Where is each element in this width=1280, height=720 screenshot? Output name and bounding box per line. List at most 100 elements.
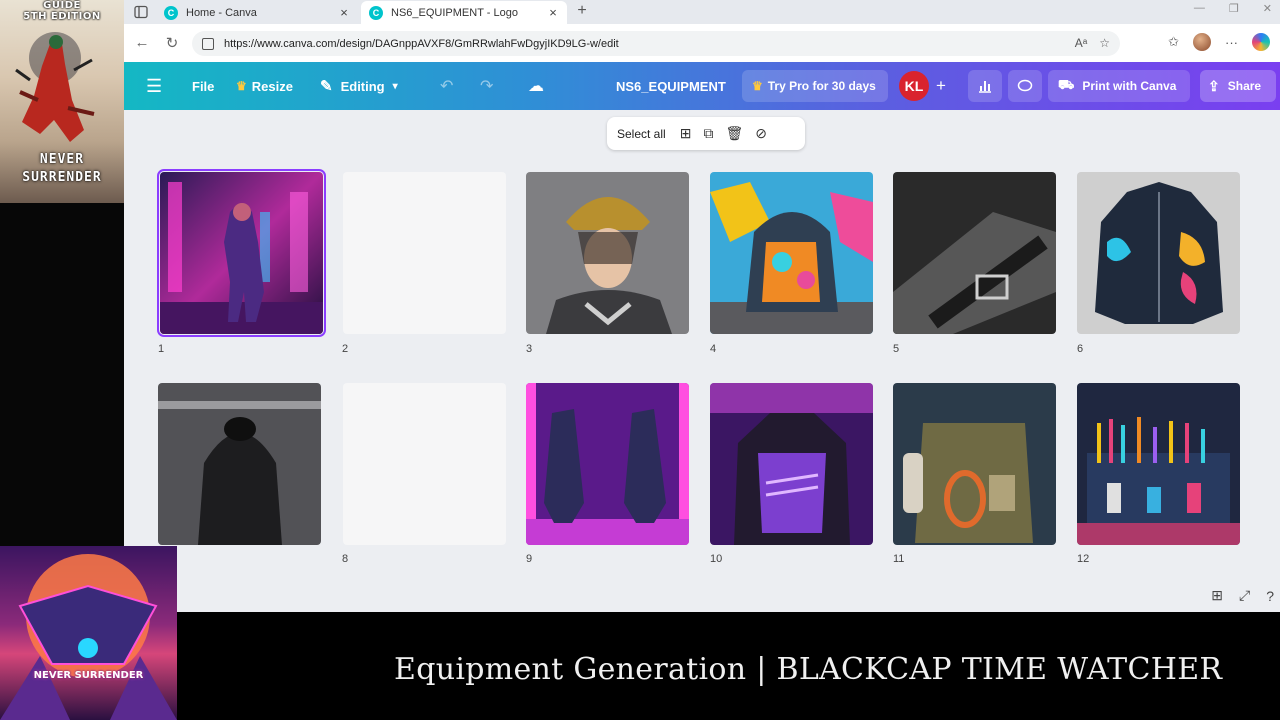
editing-label: Editing [340, 78, 385, 94]
page-thumbnail-3[interactable] [526, 172, 689, 334]
add-page-icon[interactable]: ⊞ [680, 125, 692, 142]
site-info-icon[interactable] [202, 37, 214, 50]
page-number: 6 [1077, 343, 1084, 355]
truck-icon: ⛟ [1058, 77, 1075, 92]
view-controls: ⊞ ⤢ ? [1211, 587, 1274, 604]
poster-guide-text: GUIDE 5TH EDITION [23, 0, 101, 22]
tab-home-canva[interactable]: C Home - Canva × [156, 1, 358, 24]
page-number: 9 [526, 553, 533, 565]
graffiti-jacket-image [710, 172, 873, 334]
page-thumbnail-4[interactable] [710, 172, 873, 334]
menu-hamburger-icon[interactable]: ☰ [146, 62, 162, 110]
page-number: 4 [710, 343, 717, 355]
grid-view-icon[interactable]: ⊞ [1211, 587, 1223, 604]
page-grid-view: Select all ⊞ ⧉ 🗑 ⊘ 1 2 3 4 5 6 8 9 10 11… [124, 110, 1280, 612]
page-thumbnail-7[interactable] [158, 383, 321, 545]
try-pro-label: Try Pro for 30 days [767, 79, 876, 93]
canva-toolbar: ☰ File ♛ Resize ✎ Editing ▾ ↶ ↷ ☁ NS6_EQ… [124, 62, 1280, 110]
tab-bar: C Home - Canva × C NS6_EQUIPMENT - Logo … [124, 0, 1280, 24]
comments-button[interactable] [1008, 70, 1042, 102]
back-icon[interactable]: ← [132, 34, 152, 51]
poster-bottom-label: NEVER SURRENDER [33, 670, 144, 681]
add-collaborator-icon[interactable]: + [936, 62, 946, 110]
page-thumbnail-11[interactable] [893, 383, 1056, 545]
print-label: Print with Canva [1082, 79, 1177, 93]
page-thumbnail-9[interactable] [526, 383, 689, 545]
editing-mode-dropdown[interactable]: ✎ Editing ▾ [320, 62, 398, 110]
file-menu-button[interactable]: File [192, 62, 214, 110]
url-actions: Aᵃ ☆ [1075, 36, 1110, 50]
page-thumbnail-8[interactable] [343, 383, 506, 545]
undo-icon[interactable]: ↶ [440, 62, 453, 110]
overlay-left-column: GUIDE 5TH EDITION NEVER SURRENDER [0, 0, 124, 548]
hide-icon[interactable]: ⊘ [755, 125, 767, 142]
never-surrender-poster-top: GUIDE 5TH EDITION NEVER SURRENDER [0, 0, 124, 203]
cyberpunk-woman-image [160, 172, 323, 334]
crown-icon: ♛ [752, 79, 763, 93]
resize-button[interactable]: ♛ Resize [236, 62, 293, 110]
page-thumbnail-10[interactable] [710, 383, 873, 545]
screen: GUIDE 5TH EDITION NEVER SURRENDER C Home… [0, 0, 1280, 720]
share-button[interactable]: ⇪ Share [1200, 70, 1276, 102]
more-options-icon[interactable]: ··· [1225, 35, 1238, 50]
paint-jacket-image [1077, 172, 1240, 334]
pencil-icon: ✎ [320, 78, 333, 95]
selection-actions: ⊞ ⧉ 🗑 ⊘ [680, 125, 767, 142]
design-title[interactable]: NS6_EQUIPMENT [616, 62, 726, 110]
chevron-down-icon: ▾ [392, 80, 398, 92]
help-icon[interactable]: ? [1266, 588, 1274, 604]
comment-icon [1017, 79, 1033, 92]
refresh-icon[interactable]: ↻ [162, 34, 182, 52]
read-aloud-icon[interactable]: Aᵃ [1075, 36, 1087, 50]
insights-button[interactable] [968, 70, 1002, 102]
copilot-icon[interactable] [1252, 33, 1270, 51]
page-thumbnail-2[interactable] [343, 172, 506, 334]
tab-close-icon[interactable]: × [336, 5, 352, 20]
maximize-icon[interactable]: ❐ [1229, 2, 1239, 15]
redo-icon[interactable]: ↷ [480, 62, 493, 110]
tactical-backpack-image [893, 383, 1056, 545]
page-number: 1 [158, 343, 165, 355]
url-text: https://www.canva.com/design/DAGnppAVXF8… [224, 37, 619, 50]
page-thumbnail-1[interactable] [157, 169, 326, 337]
tab-ns6-equipment[interactable]: C NS6_EQUIPMENT - Logo × [361, 1, 567, 24]
art-supplies-image [1077, 383, 1240, 545]
page-thumbnail-12[interactable] [1077, 383, 1240, 545]
poster-figure-image [15, 32, 95, 142]
page-thumbnail-6[interactable] [1077, 172, 1240, 334]
canva-favicon-icon: C [369, 5, 383, 20]
page-number: 5 [893, 343, 900, 355]
page-number: 12 [1077, 553, 1090, 565]
select-all-button[interactable]: Select all [617, 127, 666, 141]
share-upload-icon: ⇪ [1208, 77, 1220, 94]
url-field[interactable]: https://www.canva.com/design/DAGnppAVXF8… [192, 31, 1120, 56]
share-label: Share [1227, 79, 1262, 93]
favorite-star-icon[interactable]: ☆ [1099, 36, 1110, 50]
browser-toolbar-right: ✩ ··· [1168, 33, 1270, 51]
favorites-icon[interactable]: ✩ [1168, 34, 1179, 50]
close-window-icon[interactable]: ✕ [1263, 2, 1272, 15]
minimize-icon[interactable]: — [1194, 2, 1205, 15]
user-avatar[interactable]: KL [899, 71, 929, 101]
print-with-canva-button[interactable]: ⛟ Print with Canva [1048, 70, 1190, 102]
try-pro-button[interactable]: ♛ Try Pro for 30 days [742, 70, 888, 102]
window-controls: — ❐ ✕ [1194, 2, 1272, 15]
video-caption-bar: Equipment Generation | BLACKCAP TIME WAT… [177, 612, 1280, 720]
cloud-saved-icon[interactable]: ☁ [528, 62, 544, 110]
canva-favicon-icon: C [164, 5, 178, 20]
profile-avatar-icon[interactable] [1193, 33, 1211, 51]
new-tab-icon[interactable]: + [572, 2, 592, 20]
duplicate-icon[interactable]: ⧉ [703, 125, 713, 142]
page-number: 3 [526, 343, 533, 355]
tab-close-icon[interactable]: × [545, 5, 561, 20]
sidebar-toggle-icon[interactable] [134, 5, 148, 19]
fullscreen-icon[interactable]: ⤢ [1239, 587, 1250, 604]
page-thumbnail-5[interactable] [893, 172, 1056, 334]
address-bar-row: ← ↻ https://www.canva.com/design/DAGnppA… [124, 24, 1280, 62]
neon-coats-image [526, 383, 689, 545]
page-number: 2 [342, 343, 349, 355]
trash-icon[interactable]: 🗑 [725, 125, 743, 142]
selection-toolbar: Select all ⊞ ⧉ 🗑 ⊘ [607, 117, 805, 150]
browser-window: C Home - Canva × C NS6_EQUIPMENT - Logo … [124, 0, 1280, 612]
page-number: 8 [342, 553, 349, 565]
